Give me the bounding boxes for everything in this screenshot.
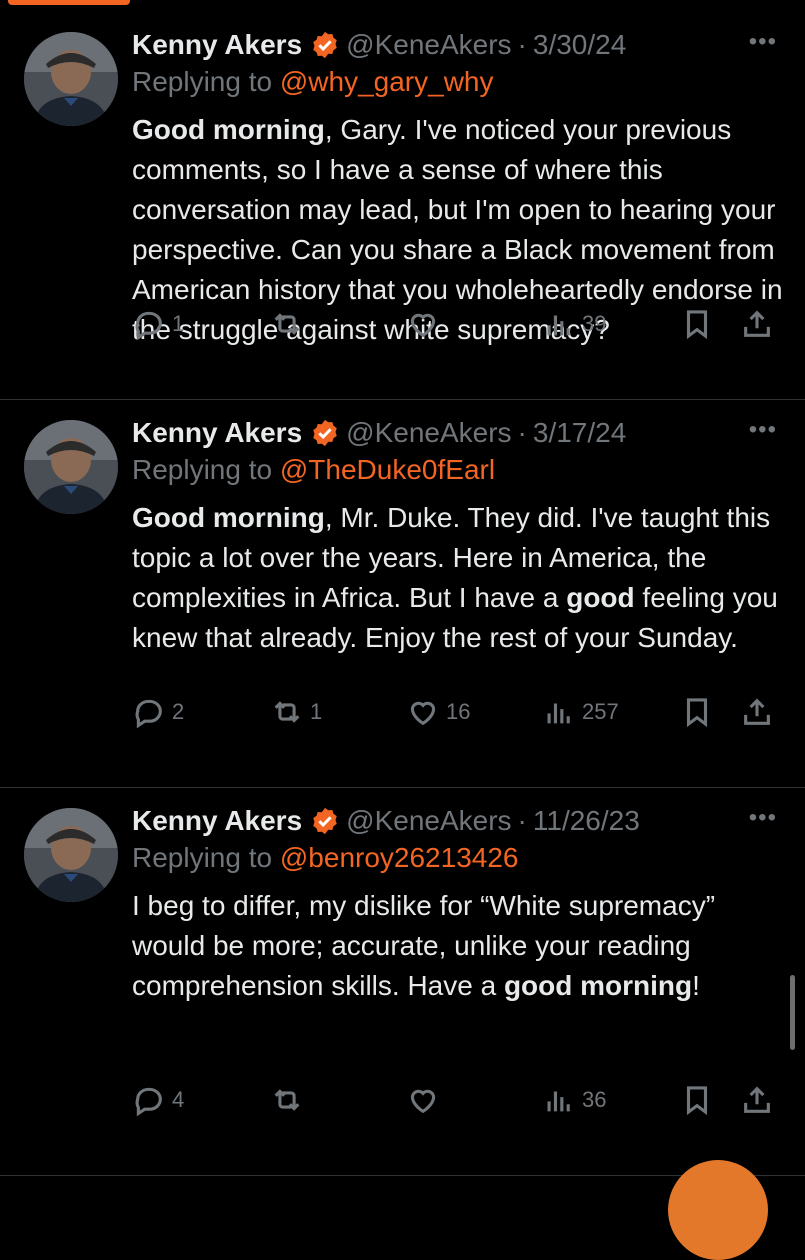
separator-dot: · <box>517 29 527 60</box>
verified-badge-icon <box>313 807 337 835</box>
views-count: 39 <box>582 311 607 336</box>
like-button[interactable]: 16 <box>406 688 470 736</box>
share-button[interactable] <box>740 1076 774 1124</box>
repost-count: 1 <box>310 699 323 724</box>
more-options-icon[interactable]: ••• <box>749 28 777 56</box>
repost-button[interactable]: 1 <box>270 688 322 736</box>
body-bold: good morning <box>503 970 693 1001</box>
compose-button[interactable] <box>668 1160 768 1260</box>
separator-dot: · <box>517 417 527 448</box>
views-icon <box>547 1091 570 1112</box>
reply-count: 1 <box>172 311 185 336</box>
views-button[interactable]: 36 <box>542 1076 606 1124</box>
reply-button[interactable]: 2 <box>132 688 184 736</box>
avatar[interactable] <box>24 808 118 902</box>
more-options-icon[interactable]: ••• <box>749 804 777 832</box>
reply-icon <box>135 1087 162 1117</box>
heart-icon <box>410 313 436 338</box>
bookmark-icon <box>686 1086 708 1116</box>
share-button[interactable] <box>740 688 774 736</box>
views-icon <box>547 315 570 336</box>
reply-count: 4 <box>172 1087 185 1112</box>
heart-icon <box>410 1089 436 1114</box>
heart-icon <box>410 701 436 726</box>
replying-mention[interactable]: @benroy26213426 <box>280 842 519 873</box>
avatar-image <box>24 32 118 126</box>
replying-label: Replying to <box>132 454 273 485</box>
repost-icon <box>274 313 300 335</box>
tweet[interactable]: Kenny Akers @KeneAkers · 11/26/23 ••• Re… <box>0 788 805 1176</box>
repost-icon <box>274 701 300 723</box>
tweet[interactable]: Kenny Akers @KeneAkers · 3/30/24 ••• Rep… <box>0 12 805 400</box>
separator-dot: · <box>517 805 527 836</box>
reply-icon <box>135 699 162 729</box>
bookmark-button[interactable] <box>680 1076 714 1124</box>
tweet-date[interactable]: 3/30/24 <box>533 29 626 61</box>
author-handle[interactable]: @KeneAkers <box>346 805 511 837</box>
views-icon <box>547 703 570 724</box>
tweet-actions: 2 1 16 257 <box>132 688 782 736</box>
reply-button[interactable]: 1 <box>132 300 184 348</box>
repost-button[interactable] <box>270 300 310 348</box>
verified-badge-icon <box>313 419 337 447</box>
repost-icon <box>274 1089 300 1111</box>
tweet-date[interactable]: 11/26/23 <box>533 805 640 837</box>
repost-button[interactable] <box>270 1076 310 1124</box>
tweet-body: Good morning, Mr. Duke. They did. I've t… <box>132 498 792 658</box>
body-bold: Good morning <box>132 502 325 533</box>
like-count: 16 <box>446 699 471 724</box>
author-handle[interactable]: @KeneAkers <box>346 417 511 449</box>
avatar-image <box>24 808 118 902</box>
bookmark-icon <box>686 310 708 340</box>
tweet-actions: 4 36 <box>132 1076 782 1124</box>
replying-to: Replying to @benroy26213426 <box>132 842 519 874</box>
views-count: 257 <box>582 699 619 724</box>
scrollbar[interactable] <box>790 975 795 1050</box>
bookmark-icon <box>686 698 708 728</box>
replying-to: Replying to @why_gary_why <box>132 66 494 98</box>
share-icon <box>744 1086 770 1113</box>
like-button[interactable] <box>406 1076 446 1124</box>
avatar[interactable] <box>24 420 118 514</box>
tweet-date[interactable]: 3/17/24 <box>533 417 626 449</box>
reply-count: 2 <box>172 699 185 724</box>
body-text: ! <box>692 970 700 1001</box>
views-button[interactable]: 257 <box>542 688 619 736</box>
replying-label: Replying to <box>132 842 273 873</box>
share-icon <box>744 698 770 725</box>
share-icon <box>744 310 770 337</box>
author-name[interactable]: Kenny Akers <box>132 417 302 449</box>
replying-to: Replying to @TheDuke0fEarl <box>132 454 495 486</box>
views-count: 36 <box>582 1087 607 1112</box>
author-name[interactable]: Kenny Akers <box>132 29 302 61</box>
top-tab-indicator <box>8 0 130 5</box>
reply-icon <box>135 311 162 341</box>
bookmark-button[interactable] <box>680 300 714 348</box>
share-button[interactable] <box>740 300 774 348</box>
body-bold: good <box>566 582 635 613</box>
avatar[interactable] <box>24 32 118 126</box>
author-handle[interactable]: @KeneAkers <box>346 29 511 61</box>
body-bold: Good morning <box>132 114 325 145</box>
tweet-actions: 1 39 <box>132 300 782 348</box>
views-button[interactable]: 39 <box>542 300 606 348</box>
tweet-body: I beg to differ, my dislike for “White s… <box>132 886 792 1006</box>
replying-mention[interactable]: @why_gary_why <box>280 66 494 97</box>
more-options-icon[interactable]: ••• <box>749 416 777 444</box>
author-name[interactable]: Kenny Akers <box>132 805 302 837</box>
avatar-image <box>24 420 118 514</box>
like-button[interactable] <box>406 300 446 348</box>
reply-button[interactable]: 4 <box>132 1076 184 1124</box>
verified-badge-icon <box>313 31 337 59</box>
replying-label: Replying to <box>132 66 273 97</box>
tweet[interactable]: Kenny Akers @KeneAkers · 3/17/24 ••• Rep… <box>0 400 805 788</box>
replying-mention[interactable]: @TheDuke0fEarl <box>280 454 495 485</box>
bookmark-button[interactable] <box>680 688 714 736</box>
